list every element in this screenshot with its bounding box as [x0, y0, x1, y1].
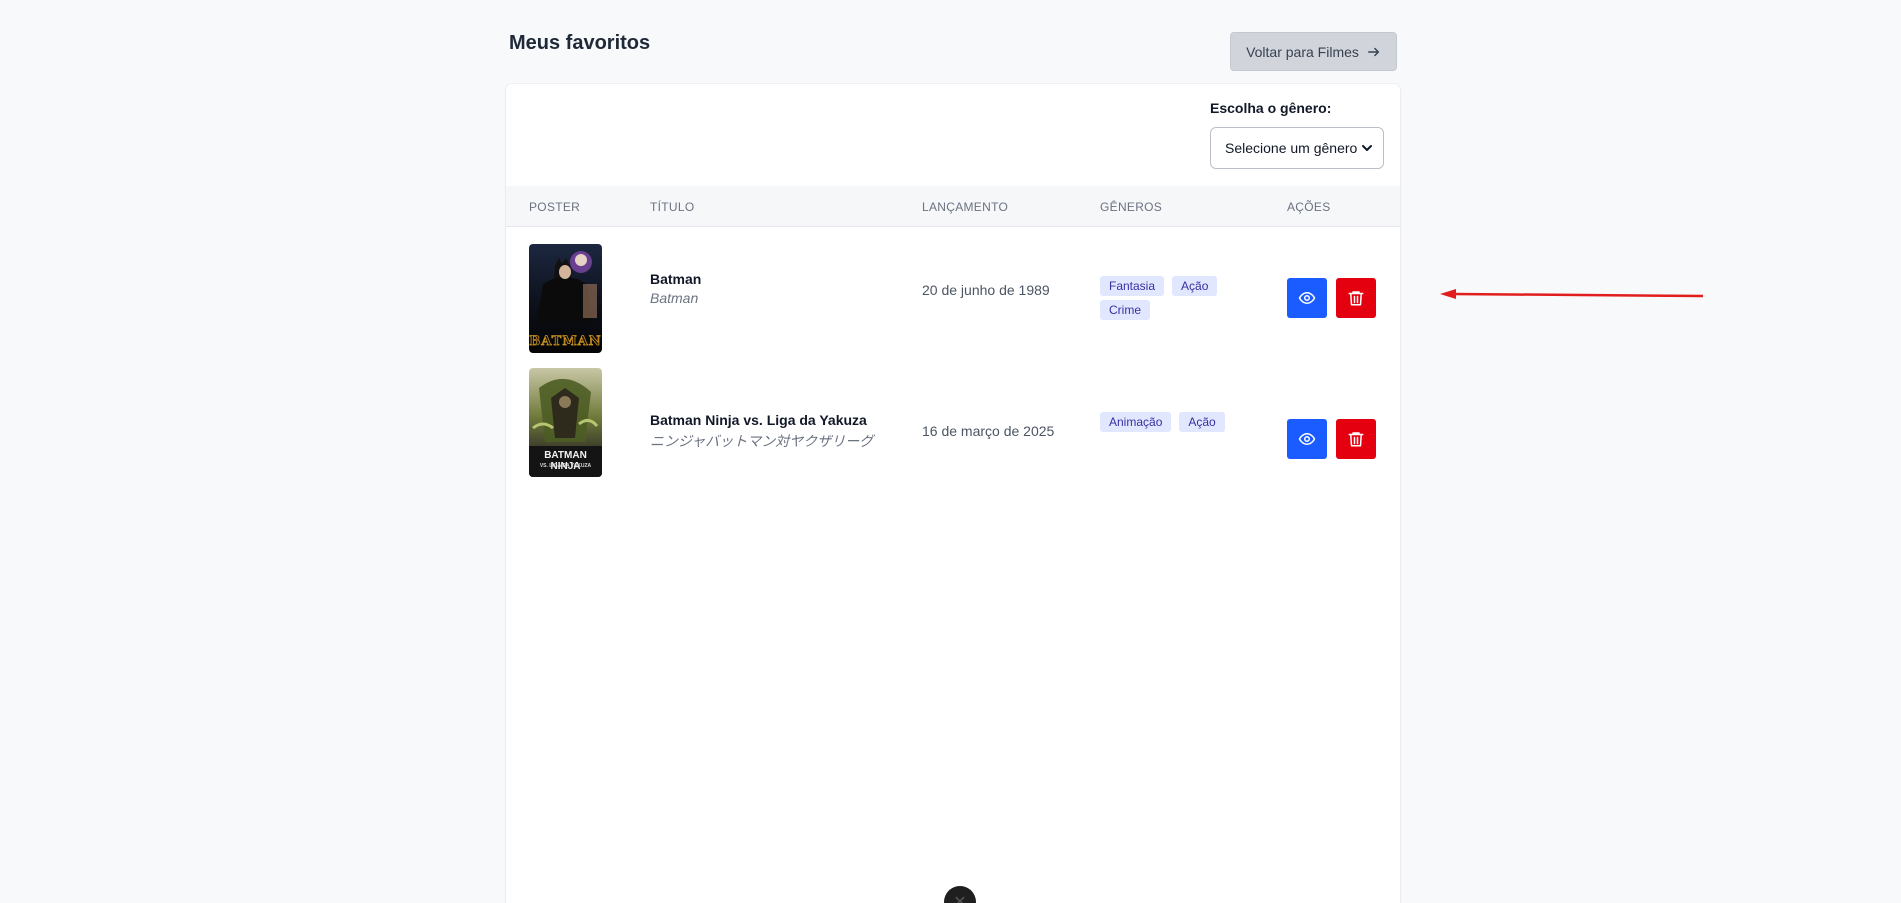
movie-title: Batman Ninja vs. Liga da Yakuza: [650, 412, 867, 428]
eye-icon: [1298, 292, 1316, 304]
genre-select[interactable]: Selecione um gênero: [1210, 127, 1384, 169]
genre-filter-label: Escolha o gênero:: [1210, 100, 1332, 116]
column-header-actions: Ações: [1287, 200, 1331, 214]
movie-release-date: 20 de junho de 1989: [922, 282, 1050, 298]
back-button-label: Voltar para Filmes: [1246, 43, 1359, 60]
genre-tag: Ação: [1179, 412, 1225, 432]
delete-button[interactable]: [1336, 278, 1376, 318]
genre-tag: Ação: [1172, 276, 1218, 296]
favorites-card: Escolha o gênero: Selecione um gênero Po…: [506, 84, 1400, 903]
poster-subtitle-text: VS. LIGA DA YAKUZA: [539, 463, 592, 469]
movie-original-title: ニンジャバットマン対ヤクザリーグ: [650, 433, 874, 449]
page-title: Meus favoritos: [509, 32, 651, 54]
view-button[interactable]: [1287, 419, 1327, 459]
trash-icon: [1348, 291, 1364, 306]
close-icon: ✕: [953, 894, 967, 903]
arrow-right-icon: [1367, 47, 1379, 56]
view-button[interactable]: [1287, 278, 1327, 318]
movie-title: Batman: [650, 271, 702, 287]
movie-poster: BATMAN NINJA VS. LIGA DA YAKUZA: [529, 368, 602, 477]
annotation-arrow: [1440, 289, 1704, 299]
movie-poster: BATMAN: [529, 244, 602, 353]
eye-icon: [1298, 433, 1316, 445]
movie-release-date: 16 de março de 2025: [922, 423, 1055, 439]
genre-tag: Crime: [1100, 300, 1150, 320]
back-to-movies-button[interactable]: Voltar para Filmes: [1230, 32, 1397, 71]
genre-tag: Fantasia: [1100, 276, 1165, 296]
column-header-release: Lançamento: [922, 200, 1009, 214]
genre-select-value: Selecione um gênero: [1225, 140, 1358, 156]
chevron-down-icon: [1362, 145, 1372, 151]
table-row: BATMAN Batman Batman 20 de junho de 1989…: [506, 227, 1400, 368]
table-header: Poster Título Lançamento Gêneros Ações: [506, 186, 1400, 227]
delete-button[interactable]: [1336, 419, 1376, 459]
column-header-genres: Gêneros: [1100, 200, 1163, 214]
movie-original-title: Batman: [650, 290, 699, 306]
genre-tag: Animação: [1100, 412, 1172, 432]
trash-icon: [1348, 432, 1364, 447]
genre-tags: Fantasia Ação Crime: [1100, 276, 1240, 320]
genre-tags: Animação Ação: [1100, 412, 1260, 432]
table-row: BATMAN NINJA VS. LIGA DA YAKUZA Batman N…: [506, 368, 1400, 509]
poster-title-text: BATMAN: [529, 334, 602, 350]
column-header-poster: Poster: [529, 200, 581, 214]
column-header-title: Título: [650, 200, 695, 214]
